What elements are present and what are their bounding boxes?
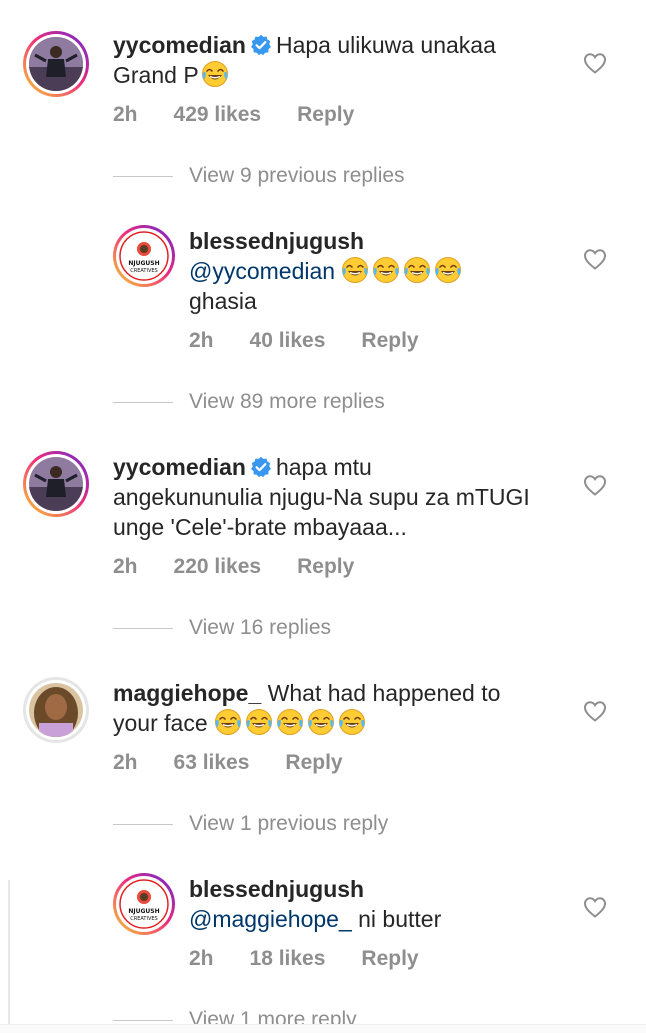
- view-replies-line: [113, 824, 173, 825]
- username[interactable]: yycomedian: [113, 454, 246, 480]
- view-replies-line: [113, 628, 173, 629]
- comment-time: 2h: [189, 329, 214, 352]
- comment-text: ghasia: [189, 288, 257, 314]
- verified-badge-icon: [250, 34, 272, 56]
- comment-text-line3: unge 'Cele'-brate mbayaaa...: [113, 514, 407, 540]
- njugush-creatives-logo: NJUGUSH CREATIVES: [119, 879, 169, 929]
- avatar[interactable]: [23, 677, 89, 743]
- like-heart-icon[interactable]: [583, 896, 607, 918]
- laughing-emoji-icon: [276, 708, 304, 736]
- comment-meta: 2h 40 likes Reply: [189, 329, 455, 353]
- left-edge-divider: [8, 880, 10, 1032]
- mention-link[interactable]: @yycomedian: [189, 258, 335, 284]
- person-photo-icon: [29, 457, 83, 511]
- comment-time: 2h: [113, 555, 138, 578]
- avatar[interactable]: [23, 451, 89, 517]
- like-heart-icon[interactable]: [583, 52, 607, 74]
- comment-text: ni butter: [358, 906, 442, 932]
- comment-yycomedian-1: yycomedian Hapa ulikuwa unakaa Grand P 2h…: [0, 0, 646, 150]
- comment-text-line1: hapa mtu: [275, 454, 372, 480]
- comment-meta: 2h 18 likes Reply: [189, 947, 455, 971]
- like-heart-icon[interactable]: [583, 248, 607, 270]
- view-replies-link[interactable]: View 16 replies: [189, 616, 331, 640]
- laughing-emoji-icon: [245, 708, 273, 736]
- like-heart-icon[interactable]: [583, 474, 607, 496]
- view-replies-line: [113, 176, 173, 177]
- comment-meta: 2h 220 likes Reply: [113, 555, 390, 579]
- laughing-emoji-icon: [201, 60, 229, 88]
- person-photo-icon: [29, 37, 83, 91]
- avatar[interactable]: [23, 31, 89, 97]
- like-heart-icon[interactable]: [583, 700, 607, 722]
- verified-badge-icon: [250, 456, 272, 478]
- username[interactable]: maggiehope_: [113, 680, 261, 706]
- comment-text-line2: angekununulia njugu-Na supu za mTUGI: [113, 484, 530, 510]
- laughing-emoji-icon: [434, 256, 462, 284]
- comment-time: 2h: [113, 103, 138, 126]
- comment-text-line1: What had happened to: [267, 680, 501, 706]
- comment-text-line2: your face: [113, 710, 208, 736]
- view-previous-reply-link[interactable]: View 1 previous reply: [189, 812, 388, 836]
- comment-time: 2h: [113, 751, 138, 774]
- comment-meta: 2h 429 likes Reply: [113, 103, 390, 127]
- comment-meta: 2h 63 likes Reply: [113, 751, 379, 775]
- person-photo-icon: [29, 683, 83, 737]
- laughing-emoji-icon: [307, 708, 335, 736]
- svg-text:CREATIVES: CREATIVES: [130, 268, 157, 274]
- svg-text:CREATIVES: CREATIVES: [130, 916, 157, 922]
- reply-button[interactable]: Reply: [297, 555, 354, 578]
- reply-button[interactable]: Reply: [361, 947, 418, 970]
- view-more-replies-link[interactable]: View 89 more replies: [189, 390, 385, 414]
- reply-button[interactable]: Reply: [285, 751, 342, 774]
- likes-count[interactable]: 429 likes: [174, 103, 262, 126]
- avatar[interactable]: NJUGUSH CREATIVES: [113, 225, 175, 287]
- likes-count[interactable]: 40 likes: [250, 329, 326, 352]
- reply-button[interactable]: Reply: [361, 329, 418, 352]
- username[interactable]: blessednjugush: [189, 876, 364, 902]
- laughing-emoji-icon: [214, 708, 242, 736]
- comment-time: 2h: [189, 947, 214, 970]
- avatar[interactable]: NJUGUSH CREATIVES: [113, 873, 175, 935]
- username[interactable]: blessednjugush: [189, 228, 364, 254]
- laughing-emoji-icon: [338, 708, 366, 736]
- view-replies-line: [113, 402, 173, 403]
- svg-text:NJUGUSH: NJUGUSH: [128, 908, 159, 915]
- likes-count[interactable]: 18 likes: [250, 947, 326, 970]
- username[interactable]: yycomedian: [113, 32, 246, 58]
- mention-link[interactable]: @maggiehope_: [189, 906, 352, 932]
- likes-count[interactable]: 63 likes: [174, 751, 250, 774]
- laughing-emoji-icon: [341, 256, 369, 284]
- njugush-creatives-logo: NJUGUSH CREATIVES: [119, 231, 169, 281]
- view-previous-replies-link[interactable]: View 9 previous replies: [189, 164, 405, 188]
- svg-text:NJUGUSH: NJUGUSH: [128, 260, 159, 267]
- laughing-emoji-icon: [372, 256, 400, 284]
- view-replies-line: [113, 1020, 173, 1021]
- likes-count[interactable]: 220 likes: [174, 555, 262, 578]
- reply-button[interactable]: Reply: [297, 103, 354, 126]
- laughing-emoji-icon: [403, 256, 431, 284]
